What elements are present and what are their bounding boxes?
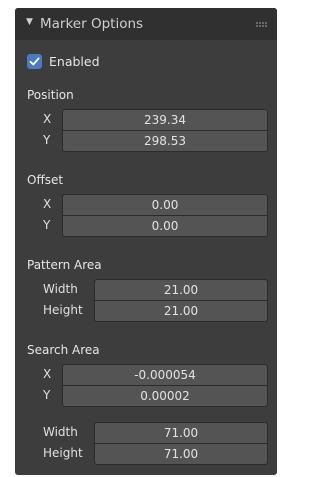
offset-y-row: Y 0.00 — [15, 216, 277, 238]
position-x-field[interactable]: 239.34 — [62, 109, 268, 131]
panel-header[interactable]: ▼ Marker Options — [15, 8, 277, 40]
search-width-field[interactable]: 71.00 — [94, 422, 268, 444]
offset-x-field[interactable]: 0.00 — [62, 194, 268, 216]
search-area-label: Search Area — [27, 343, 100, 357]
pattern-width-field[interactable]: 21.00 — [94, 279, 268, 301]
position-x-row: X 239.34 — [15, 109, 277, 131]
offset-x-row: X 0.00 — [15, 194, 277, 216]
offset-x-label: X — [43, 197, 52, 211]
search-x-row: X -0.000054 — [15, 364, 277, 386]
search-y-row: Y 0.00002 — [15, 386, 277, 408]
checkmark-icon — [29, 57, 40, 66]
marker-options-panel: ▼ Marker Options Enabled Position X 239.… — [15, 8, 277, 475]
offset-y-label: Y — [43, 218, 51, 232]
triangle-down-icon[interactable]: ▼ — [26, 17, 33, 27]
position-label: Position — [27, 88, 74, 102]
search-height-label: Height — [43, 446, 83, 460]
pattern-width-row: Width 21.00 — [15, 279, 277, 301]
pattern-height-label: Height — [43, 303, 83, 317]
search-width-label: Width — [43, 425, 78, 439]
offset-y-field[interactable]: 0.00 — [62, 216, 268, 237]
search-height-field[interactable]: 71.00 — [94, 444, 268, 465]
search-height-row: Height 71.00 — [15, 444, 277, 466]
position-y-row: Y 298.53 — [15, 131, 277, 153]
position-y-field[interactable]: 298.53 — [62, 131, 268, 152]
search-x-field[interactable]: -0.000054 — [62, 364, 268, 386]
offset-label: Offset — [27, 173, 64, 187]
pattern-height-field[interactable]: 21.00 — [94, 301, 268, 322]
search-x-label: X — [43, 367, 52, 381]
search-width-row: Width 71.00 — [15, 422, 277, 444]
position-y-label: Y — [43, 133, 51, 147]
enabled-checkbox[interactable] — [27, 54, 42, 69]
pattern-height-row: Height 21.00 — [15, 301, 277, 323]
search-y-field[interactable]: 0.00002 — [62, 386, 268, 407]
grip-dots-icon[interactable] — [256, 22, 267, 27]
position-x-label: X — [43, 112, 52, 126]
search-y-label: Y — [43, 388, 51, 402]
enabled-label: Enabled — [49, 54, 100, 69]
pattern-area-label: Pattern Area — [27, 258, 102, 272]
pattern-width-label: Width — [43, 282, 78, 296]
panel-title: Marker Options — [40, 16, 144, 32]
